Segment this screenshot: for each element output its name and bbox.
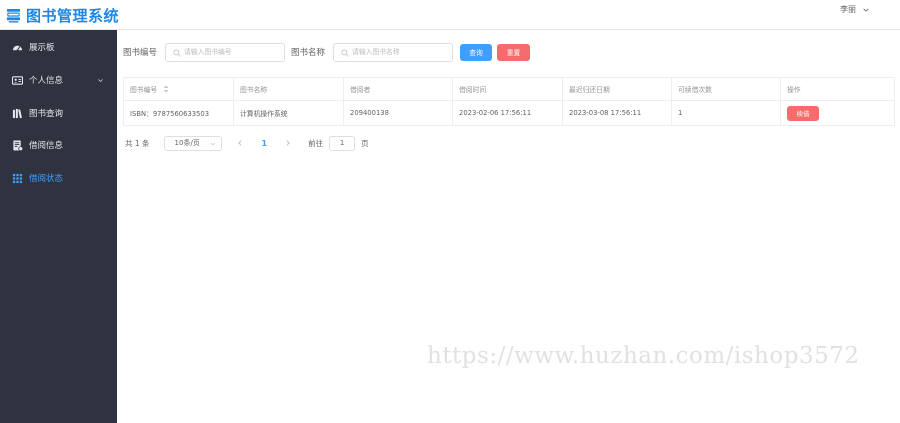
pagination-total: 共 1 条 [125,138,150,148]
column-header-renew-count: 可续借次数 [672,78,781,100]
column-header-due-date: 最迟归还日期 [563,78,672,100]
cell-borrow-time: 2023-02-06 17:56:11 [453,101,563,125]
user-name: 李丽 [840,5,856,14]
renew-button[interactable]: 续借 [787,105,819,121]
sidebar-item-dashboard[interactable]: 展示板 [0,31,117,63]
user-menu[interactable]: 李丽 [840,4,870,15]
sidebar-item-label: 个人信息 [29,76,64,86]
dashboard-icon [12,45,23,51]
book-name-input[interactable] [334,43,453,61]
pagination: 共 1 条 10条/页 1 前往 1 页 [125,135,369,151]
book-no-input[interactable] [166,43,285,61]
chevron-down-icon [210,142,215,145]
column-header-book-no[interactable]: 图书编号 [124,78,234,100]
grid-icon [12,173,23,183]
book-name-label: 图书名称 [291,48,326,58]
column-header-borrower: 借阅者 [344,78,453,100]
cell-action: 续借 [781,101,894,125]
page-size-select[interactable]: 10条/页 [163,135,222,151]
table-header-row: 图书编号 图书名称 借阅者 借阅时间 最迟归还日期 可续借次数 操作 [124,78,894,101]
id-card-icon [12,75,23,85]
top-bar: 图书管理系统 李丽 [0,0,900,30]
app-logo: 图书管理系统 [6,5,119,26]
document-icon [13,139,23,151]
cell-borrower: 209400138 [344,101,453,125]
column-header-book-name: 图书名称 [234,78,344,100]
sidebar-item-label: 借阅信息 [29,141,64,151]
sidebar-item-profile[interactable]: 个人信息 [0,64,117,96]
book-no-label: 图书编号 [123,48,158,58]
next-page-icon[interactable] [284,139,292,147]
page-suffix: 页 [361,138,369,148]
app-title: 图书管理系统 [26,7,120,25]
book-name-field[interactable] [333,42,454,62]
cell-book-name: 计算机操作系统 [234,101,344,125]
cell-renew-count: 1 [672,101,781,125]
search-button[interactable]: 查询 [460,43,493,61]
book-no-field[interactable] [165,42,286,62]
sidebar-item-label: 展示板 [29,43,55,53]
watermark: https://www.huzhan.com/ishop3572 [427,343,860,369]
goto-label: 前往 [308,138,324,148]
page-number-current[interactable]: 1 [262,139,268,148]
sidebar-item-book-search[interactable]: 图书查询 [0,97,117,129]
sidebar-item-borrow-status[interactable]: 借阅状态 [0,162,117,194]
sidebar-item-label: 图书查询 [29,109,64,119]
book-stack-icon [6,8,21,23]
sort-icon[interactable] [163,85,169,93]
books-icon [12,108,22,118]
sidebar-item-label: 借阅状态 [29,174,64,184]
sidebar-item-borrow-info[interactable]: 借阅信息 [0,129,117,161]
goto-page-input[interactable]: 1 [329,135,356,151]
search-bar: 图书编号 图书名称 查询 重置 [123,42,531,62]
column-header-action: 操作 [787,86,801,94]
column-header-borrow-time: 借阅时间 [453,78,563,100]
search-icon [173,48,181,57]
search-icon [341,48,349,57]
chevron-down-icon [863,8,869,12]
sidebar: 展示板 个人信息 图书查询 借阅信息 借阅状态 [0,30,117,423]
cell-book-no: ISBN：9787560633503 [124,101,234,125]
cell-due-date: 2023-03-08 17:56:11 [563,101,672,125]
borrow-status-table: 图书编号 图书名称 借阅者 借阅时间 最迟归还日期 可续借次数 操作 ISBN：… [123,77,895,126]
table-row: ISBN：9787560633503 计算机操作系统 209400138 202… [124,101,894,125]
chevron-down-icon [98,78,103,82]
reset-button[interactable]: 重置 [497,43,531,61]
prev-page-icon[interactable] [236,139,244,147]
